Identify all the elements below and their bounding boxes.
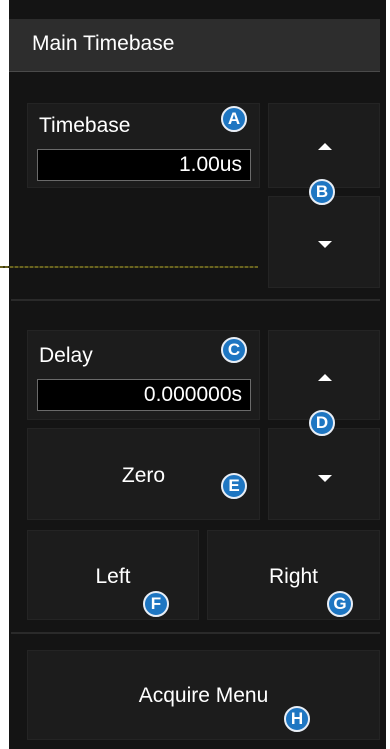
callout-g: G: [327, 591, 353, 617]
delay-up-button[interactable]: [268, 330, 380, 420]
timebase-up-button[interactable]: [268, 103, 380, 188]
delay-down-button[interactable]: [268, 428, 380, 520]
callout-b: B: [309, 179, 335, 205]
right-button[interactable]: Right: [207, 530, 380, 620]
arrow-down-icon: [318, 475, 332, 482]
arrow-down-icon: [318, 241, 332, 248]
waveform-trace: [0, 266, 258, 268]
arrow-up-icon: [318, 143, 332, 150]
arrow-up-icon: [318, 374, 332, 381]
callout-e: E: [221, 473, 247, 499]
delay-label: Delay: [39, 344, 93, 367]
acquire-menu-label: Acquire Menu: [138, 684, 269, 707]
callout-d: D: [309, 410, 335, 436]
timebase-label: Timebase: [39, 114, 131, 137]
menu-title: Main Timebase: [32, 32, 175, 55]
timebase-value[interactable]: 1.00us: [37, 149, 251, 181]
section-divider: [11, 299, 380, 301]
callout-f: F: [143, 591, 169, 617]
callout-h: H: [284, 706, 310, 732]
right-button-label: Right: [268, 565, 319, 588]
left-button-label: Left: [95, 565, 131, 588]
callout-a: A: [221, 106, 247, 132]
delay-value[interactable]: 0.000000s: [37, 379, 251, 411]
section-divider: [11, 632, 380, 634]
acquire-menu-button[interactable]: Acquire Menu: [27, 650, 380, 740]
menu-header: Main Timebase: [9, 19, 380, 72]
timebase-down-button[interactable]: [268, 196, 380, 288]
left-button[interactable]: Left: [27, 530, 199, 620]
callout-c: C: [221, 337, 247, 363]
zero-button[interactable]: Zero: [27, 428, 260, 520]
